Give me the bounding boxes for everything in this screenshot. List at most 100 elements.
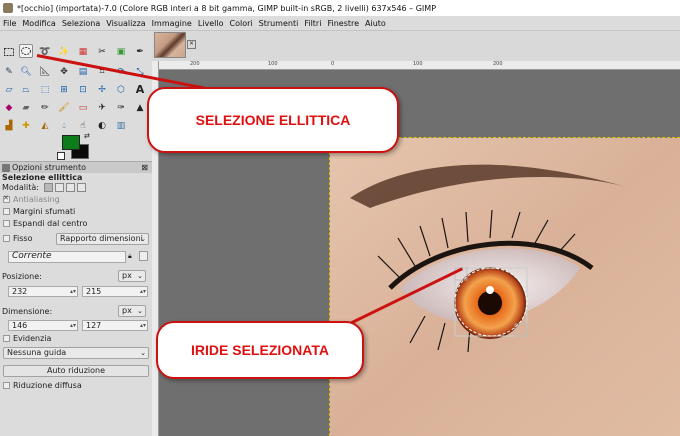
color-balance-icon[interactable]: ▥ [114, 119, 128, 133]
guide-dropdown[interactable]: Nessuna guida ⌄ [3, 347, 149, 359]
paths-icon[interactable]: ✒ [133, 45, 147, 59]
text-icon[interactable]: A [133, 83, 147, 97]
heal-icon[interactable]: ✚ [19, 119, 33, 133]
mode-subtract-icon[interactable] [65, 183, 75, 192]
gradient-icon[interactable]: ▰ [19, 101, 33, 115]
fisso-mode-dropdown[interactable]: Rapporto dimensioni ⌄ [56, 233, 149, 245]
measure-icon[interactable]: 📐︎ [38, 65, 52, 79]
position-x-field[interactable]: 232 ▴▾ [8, 286, 78, 297]
eraser-icon[interactable]: ▭ [76, 101, 90, 115]
eye-photo[interactable] [329, 137, 680, 436]
left-dock: ➰ ✨ ▦ ✂ ▣ ✒ ✎ 🔍︎ 📐︎ ✥ ▤ ⌗ ⟳ ⤡ ▱ ⏢ ⬚ ⊞ ⊡ … [0, 31, 153, 436]
foreground-color-swatch[interactable] [62, 135, 80, 150]
evidenzia-checkbox[interactable] [3, 335, 10, 342]
callout-selezione-ellittica: SELEZIONE ELLITTICA [147, 87, 399, 153]
menu-strumenti[interactable]: Strumenti [256, 19, 302, 28]
size-w-field[interactable]: 146 ▴▾ [8, 320, 78, 331]
aspect-icon[interactable] [139, 251, 148, 261]
menu-immagine[interactable]: Immagine [149, 19, 195, 28]
position-unit-dropdown[interactable]: px ⌄ [118, 270, 146, 282]
smudge-icon[interactable]: ☝ [76, 119, 90, 133]
menu-filtri[interactable]: Filtri [301, 19, 324, 28]
perspective-icon[interactable]: ⏢ [19, 83, 33, 97]
ruler-tick-label: 200 [190, 61, 200, 67]
swap-colors-icon[interactable]: ⇄ [84, 132, 90, 140]
menu-livello[interactable]: Livello [195, 19, 227, 28]
shear-icon[interactable]: ▱ [2, 83, 16, 97]
lock-icon[interactable]: 🔒︎ [128, 252, 132, 261]
espandi-centro-label: Espandi dal centro [13, 219, 88, 228]
menu-seleziona[interactable]: Seleziona [59, 19, 103, 28]
spinner-icon[interactable]: ▴▾ [70, 321, 76, 330]
airbrush-icon[interactable]: ✈ [95, 101, 109, 115]
blur-sharpen-icon[interactable]: 💧︎ [57, 119, 71, 133]
tool-options-tab-label: Opzioni strumento [12, 163, 87, 172]
color-select-icon[interactable]: ▦ [76, 45, 90, 59]
antialiasing-checkbox[interactable] [3, 194, 10, 203]
position-unit-value: px [122, 271, 132, 280]
menu-visualizza[interactable]: Visualizza [103, 19, 148, 28]
close-tab-icon[interactable]: ⊠ [141, 163, 148, 172]
scissors-icon[interactable]: ✂ [95, 45, 109, 59]
perspective-clone-icon[interactable]: ◭ [38, 119, 52, 133]
pencil-icon[interactable]: ✏ [38, 101, 52, 115]
riduzione-diffusa-checkbox[interactable] [3, 382, 10, 389]
size-h-value: 127 [86, 321, 102, 330]
spinner-icon[interactable]: ▴▾ [140, 321, 146, 330]
tool-options-tab[interactable]: Opzioni strumento ⊠ [0, 161, 152, 173]
color-picker-icon[interactable]: ✎ [2, 65, 16, 79]
auto-riduzione-button[interactable]: Auto riduzione [3, 365, 149, 377]
spinner-icon[interactable]: ▴▾ [70, 287, 76, 296]
riduzione-diffusa-row[interactable]: Riduzione diffusa [0, 381, 152, 390]
menu-aiuto[interactable]: Aiuto [362, 19, 389, 28]
margini-sfumati-row[interactable]: Margini sfumati [0, 207, 152, 216]
mode-intersect-icon[interactable] [76, 183, 86, 192]
rect-select-icon[interactable] [2, 45, 16, 59]
tool-options-icon [2, 163, 10, 172]
ellipse-select-icon[interactable] [19, 44, 33, 58]
fisso-checkbox[interactable] [3, 235, 10, 242]
zoom-icon[interactable]: 🔍︎ [19, 65, 33, 79]
espandi-centro-row[interactable]: Espandi dal centro [0, 219, 152, 228]
menu-finestre[interactable]: Finestre [324, 19, 362, 28]
fisso-mode-value: Rapporto dimensioni [60, 234, 143, 243]
corrente-field[interactable]: Corrente [8, 251, 126, 263]
handle-transform-icon[interactable]: ⊡ [76, 83, 90, 97]
menu-modifica[interactable]: Modifica [19, 19, 58, 28]
horizontal-ruler[interactable]: 200 100 0 100 200 [158, 61, 680, 70]
menu-file[interactable]: File [0, 19, 19, 28]
ruler-tick-label: 0 [331, 61, 335, 67]
mode-replace-icon[interactable] [43, 183, 53, 192]
dodge-burn-icon[interactable]: ◐ [95, 119, 109, 133]
foreground-select-icon[interactable]: ▣ [114, 45, 128, 59]
ruler-tick-label: 200 [493, 61, 503, 67]
unified-transform-icon[interactable]: ⊞ [57, 83, 71, 97]
antialiasing-row[interactable]: Antialiasing [0, 194, 152, 204]
reset-colors-icon[interactable] [57, 152, 65, 160]
image-thumbnail[interactable] [154, 32, 186, 58]
mode-row: Modalità: [2, 183, 154, 192]
size-h-field[interactable]: 127 ▴▾ [82, 320, 148, 331]
chevron-down-icon: ⌄ [140, 235, 146, 243]
evidenzia-row[interactable]: Evidenzia [0, 334, 152, 343]
riduzione-diffusa-label: Riduzione diffusa [13, 381, 82, 390]
close-image-icon[interactable]: × [187, 40, 196, 49]
mypaint-brush-icon[interactable]: ▲ [133, 101, 147, 115]
ink-icon[interactable]: ✑ [114, 101, 128, 115]
transform-3d-icon[interactable]: ⬚ [38, 83, 52, 97]
position-y-field[interactable]: 215 ▴▾ [82, 286, 148, 297]
spinner-icon[interactable]: ▴▾ [140, 287, 146, 296]
warp-transform-icon[interactable]: ✢ [95, 83, 109, 97]
espandi-centro-checkbox[interactable] [3, 220, 10, 227]
margini-sfumati-checkbox[interactable] [3, 208, 10, 215]
clone-icon[interactable]: ▟ [2, 119, 16, 133]
paintbrush-icon[interactable]: 🖌︎ [57, 101, 71, 115]
move-icon[interactable]: ✥ [57, 65, 71, 79]
bucket-fill-icon[interactable]: ◆ [2, 101, 16, 115]
callout-text: SELEZIONE ELLITTICA [195, 112, 351, 128]
mode-add-icon[interactable] [54, 183, 64, 192]
menu-colori[interactable]: Colori [227, 19, 256, 28]
cage-transform-icon[interactable]: ⬡ [114, 83, 128, 97]
size-unit-dropdown[interactable]: px ⌄ [118, 305, 146, 317]
fuzzy-select-icon[interactable]: ✨ [57, 45, 71, 59]
